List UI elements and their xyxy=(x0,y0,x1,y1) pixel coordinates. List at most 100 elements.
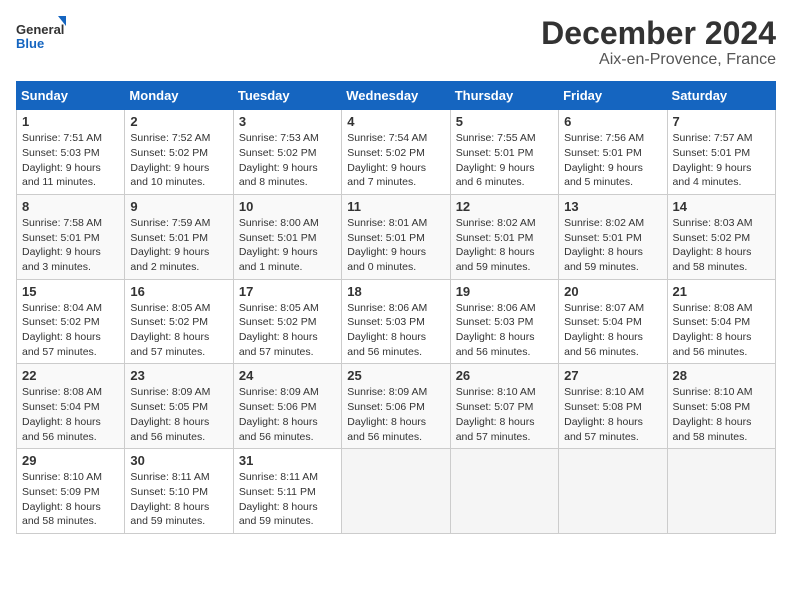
day-number: 11 xyxy=(347,199,444,214)
calendar-day-cell: 6Sunrise: 7:56 AMSunset: 5:01 PMDaylight… xyxy=(559,110,667,195)
day-info: Sunrise: 7:51 AMSunset: 5:03 PMDaylight:… xyxy=(22,131,119,190)
calendar-day-cell xyxy=(559,449,667,534)
day-info: Sunrise: 8:01 AMSunset: 5:01 PMDaylight:… xyxy=(347,216,444,275)
day-info: Sunrise: 7:58 AMSunset: 5:01 PMDaylight:… xyxy=(22,216,119,275)
calendar-day-cell: 3 Sunrise: 7:53 AMSunset: 5:02 PMDaylight… xyxy=(233,110,341,195)
day-number: 19 xyxy=(456,284,553,299)
calendar-week-row: 29Sunrise: 8:10 AMSunset: 5:09 PMDayligh… xyxy=(17,449,776,534)
day-number: 31 xyxy=(239,453,336,468)
day-number: 23 xyxy=(130,368,227,383)
day-info: Sunrise: 8:07 AMSunset: 5:04 PMDaylight:… xyxy=(564,301,661,360)
day-number: 15 xyxy=(22,284,119,299)
calendar-day-cell: 24 Sunrise: 8:09 AMSunset: 5:06 PMDayligh… xyxy=(233,364,341,449)
day-number: 24 xyxy=(239,368,336,383)
weekday-header-sunday: Sunday xyxy=(17,82,125,110)
day-number: 16 xyxy=(130,284,227,299)
calendar-day-cell: 23Sunrise: 8:09 AMSunset: 5:05 PMDayligh… xyxy=(125,364,233,449)
svg-text:Blue: Blue xyxy=(16,36,44,51)
calendar-day-cell: 2Sunrise: 7:52 AMSunset: 5:02 PMDaylight… xyxy=(125,110,233,195)
day-info: Sunrise: 8:00 AMSunset: 5:01 PMDaylight:… xyxy=(239,216,336,275)
page-header: General Blue December 2024 Aix-en-Proven… xyxy=(16,16,776,69)
calendar-day-cell: 26 Sunrise: 8:10 AMSunset: 5:07 PMDayligh… xyxy=(450,364,558,449)
svg-text:General: General xyxy=(16,22,64,37)
weekday-header-wednesday: Wednesday xyxy=(342,82,450,110)
calendar-day-cell: 15 Sunrise: 8:04 AMSunset: 5:02 PMDayligh… xyxy=(17,279,125,364)
calendar-day-cell: 8 Sunrise: 7:58 AMSunset: 5:01 PMDaylight… xyxy=(17,194,125,279)
calendar-day-cell: 20 Sunrise: 8:07 AMSunset: 5:04 PMDayligh… xyxy=(559,279,667,364)
day-number: 20 xyxy=(564,284,661,299)
calendar-day-cell: 22 Sunrise: 8:08 AMSunset: 5:04 PMDayligh… xyxy=(17,364,125,449)
calendar-day-cell: 28 Sunrise: 8:10 AMSunset: 5:08 PMDayligh… xyxy=(667,364,775,449)
day-info: Sunrise: 8:06 AMSunset: 5:03 PMDaylight:… xyxy=(456,301,553,360)
day-info: Sunrise: 7:52 AMSunset: 5:02 PMDaylight:… xyxy=(130,131,227,190)
day-number: 5 xyxy=(456,114,553,129)
calendar-day-cell: 17 Sunrise: 8:05 AMSunset: 5:02 PMDayligh… xyxy=(233,279,341,364)
weekday-header-friday: Friday xyxy=(559,82,667,110)
calendar-table: SundayMondayTuesdayWednesdayThursdayFrid… xyxy=(16,81,776,534)
day-info: Sunrise: 8:10 AMSunset: 5:08 PMDaylight:… xyxy=(564,385,661,444)
calendar-week-row: 8 Sunrise: 7:58 AMSunset: 5:01 PMDaylight… xyxy=(17,194,776,279)
day-number: 12 xyxy=(456,199,553,214)
day-info: Sunrise: 7:54 AMSunset: 5:02 PMDaylight:… xyxy=(347,131,444,190)
calendar-day-cell: 16 Sunrise: 8:05 AMSunset: 5:02 PMDayligh… xyxy=(125,279,233,364)
calendar-week-row: 22 Sunrise: 8:08 AMSunset: 5:04 PMDayligh… xyxy=(17,364,776,449)
logo-svg: General Blue xyxy=(16,16,66,56)
day-number: 29 xyxy=(22,453,119,468)
calendar-day-cell xyxy=(667,449,775,534)
day-number: 27 xyxy=(564,368,661,383)
calendar-day-cell: 14 Sunrise: 8:03 AMSunset: 5:02 PMDayligh… xyxy=(667,194,775,279)
day-number: 17 xyxy=(239,284,336,299)
day-info: Sunrise: 8:09 AMSunset: 5:06 PMDaylight:… xyxy=(239,385,336,444)
day-info: Sunrise: 8:10 AMSunset: 5:07 PMDaylight:… xyxy=(456,385,553,444)
day-number: 18 xyxy=(347,284,444,299)
day-number: 25 xyxy=(347,368,444,383)
logo: General Blue xyxy=(16,16,66,56)
day-info: Sunrise: 8:05 AMSunset: 5:02 PMDaylight:… xyxy=(130,301,227,360)
calendar-day-cell xyxy=(450,449,558,534)
calendar-day-cell: 10 Sunrise: 8:00 AMSunset: 5:01 PMDayligh… xyxy=(233,194,341,279)
day-number: 8 xyxy=(22,199,119,214)
calendar-day-cell: 25 Sunrise: 8:09 AMSunset: 5:06 PMDayligh… xyxy=(342,364,450,449)
calendar-week-row: 15 Sunrise: 8:04 AMSunset: 5:02 PMDayligh… xyxy=(17,279,776,364)
day-info: Sunrise: 8:04 AMSunset: 5:02 PMDaylight:… xyxy=(22,301,119,360)
weekday-header-thursday: Thursday xyxy=(450,82,558,110)
day-info: Sunrise: 8:06 AMSunset: 5:03 PMDaylight:… xyxy=(347,301,444,360)
page-subtitle: Aix-en-Provence, France xyxy=(541,51,776,69)
day-number: 9 xyxy=(130,199,227,214)
day-number: 6 xyxy=(564,114,661,129)
day-info: Sunrise: 8:02 AMSunset: 5:01 PMDaylight:… xyxy=(456,216,553,275)
weekday-header-row: SundayMondayTuesdayWednesdayThursdayFrid… xyxy=(17,82,776,110)
calendar-day-cell: 18 Sunrise: 8:06 AMSunset: 5:03 PMDayligh… xyxy=(342,279,450,364)
weekday-header-saturday: Saturday xyxy=(667,82,775,110)
calendar-day-cell: 31 Sunrise: 8:11 AMSunset: 5:11 PMDayligh… xyxy=(233,449,341,534)
day-number: 10 xyxy=(239,199,336,214)
calendar-day-cell: 29Sunrise: 8:10 AMSunset: 5:09 PMDayligh… xyxy=(17,449,125,534)
day-number: 14 xyxy=(673,199,770,214)
day-number: 13 xyxy=(564,199,661,214)
calendar-day-cell: 5Sunrise: 7:55 AMSunset: 5:01 PMDaylight… xyxy=(450,110,558,195)
title-block: December 2024 Aix-en-Provence, France xyxy=(541,16,776,69)
day-number: 1 xyxy=(22,114,119,129)
day-number: 3 xyxy=(239,114,336,129)
day-number: 30 xyxy=(130,453,227,468)
calendar-day-cell: 7Sunrise: 7:57 AMSunset: 5:01 PMDaylight… xyxy=(667,110,775,195)
calendar-week-row: 1 Sunrise: 7:51 AMSunset: 5:03 PMDaylight… xyxy=(17,110,776,195)
day-info: Sunrise: 8:10 AMSunset: 5:08 PMDaylight:… xyxy=(673,385,770,444)
calendar-day-cell: 21 Sunrise: 8:08 AMSunset: 5:04 PMDayligh… xyxy=(667,279,775,364)
calendar-day-cell xyxy=(342,449,450,534)
calendar-day-cell: 19 Sunrise: 8:06 AMSunset: 5:03 PMDayligh… xyxy=(450,279,558,364)
day-number: 22 xyxy=(22,368,119,383)
day-number: 26 xyxy=(456,368,553,383)
day-number: 28 xyxy=(673,368,770,383)
day-info: Sunrise: 8:05 AMSunset: 5:02 PMDaylight:… xyxy=(239,301,336,360)
day-number: 7 xyxy=(673,114,770,129)
day-info: Sunrise: 8:09 AMSunset: 5:06 PMDaylight:… xyxy=(347,385,444,444)
day-info: Sunrise: 8:08 AMSunset: 5:04 PMDaylight:… xyxy=(673,301,770,360)
day-info: Sunrise: 7:53 AMSunset: 5:02 PMDaylight:… xyxy=(239,131,336,190)
day-info: Sunrise: 8:08 AMSunset: 5:04 PMDaylight:… xyxy=(22,385,119,444)
day-number: 21 xyxy=(673,284,770,299)
day-info: Sunrise: 7:59 AMSunset: 5:01 PMDaylight:… xyxy=(130,216,227,275)
calendar-day-cell: 12 Sunrise: 8:02 AMSunset: 5:01 PMDayligh… xyxy=(450,194,558,279)
day-info: Sunrise: 8:11 AMSunset: 5:11 PMDaylight:… xyxy=(239,470,336,529)
day-info: Sunrise: 8:03 AMSunset: 5:02 PMDaylight:… xyxy=(673,216,770,275)
